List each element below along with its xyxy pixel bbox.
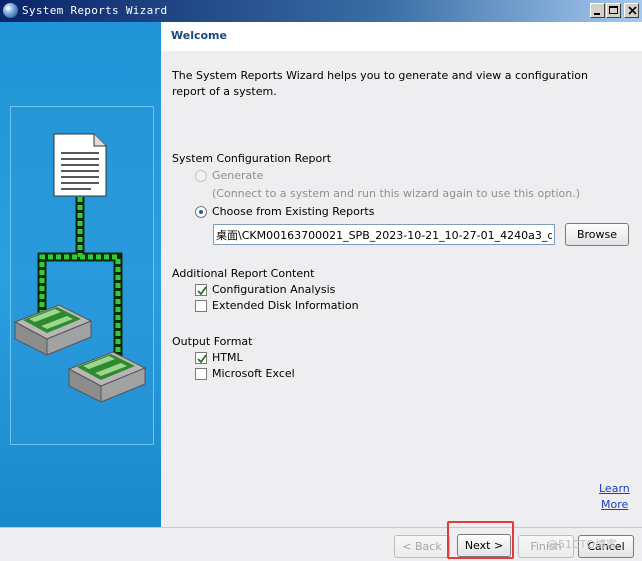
generate-hint: (Connect to a system and run this wizard…: [212, 187, 581, 200]
choose-existing-radio[interactable]: Choose from Existing Reports: [195, 205, 374, 218]
excel-checkbox[interactable]: Microsoft Excel: [195, 367, 295, 380]
storage-array-icon: [67, 351, 147, 403]
wizard-content: The System Reports Wizard helps you to g…: [161, 51, 642, 527]
storage-illustration: [13, 133, 147, 403]
more-link[interactable]: More: [601, 498, 628, 511]
generate-radio-label: Generate: [212, 169, 264, 182]
choose-existing-radio-label: Choose from Existing Reports: [212, 205, 375, 218]
checkbox-box: [195, 299, 207, 312]
checkbox-box: [195, 351, 207, 364]
window-title: System Reports Wizard: [22, 4, 168, 17]
additional-section-label: Additional Report Content: [172, 267, 315, 280]
generate-radio[interactable]: Generate: [195, 169, 263, 182]
report-file-path-input[interactable]: [213, 224, 555, 245]
sidebar-illustration-panel: [10, 106, 154, 445]
output-section-label: Output Format: [172, 335, 253, 348]
back-button[interactable]: < Back: [394, 535, 450, 558]
wizard-header: Welcome: [161, 22, 642, 52]
extended-disk-info-checkbox[interactable]: Extended Disk Information: [195, 299, 359, 312]
check-icon: [197, 353, 207, 363]
document-icon: [53, 133, 107, 197]
choose-existing-radio-circle: [195, 205, 207, 218]
radio-selected-dot: [199, 209, 203, 214]
wizard-globe-icon: [3, 3, 18, 18]
check-icon: [197, 285, 207, 295]
minimize-icon: [594, 13, 600, 15]
minimize-button[interactable]: [590, 3, 605, 18]
checkbox-label: Microsoft Excel: [212, 367, 295, 380]
next-button[interactable]: Next >: [457, 534, 511, 557]
wizard-footer: < Back Next > Finish Cancel: [0, 527, 642, 561]
html-checkbox[interactable]: HTML: [195, 351, 243, 364]
finish-button[interactable]: Finish: [518, 535, 574, 558]
configuration-analysis-checkbox[interactable]: Configuration Analysis: [195, 283, 335, 296]
intro-text: The System Reports Wizard helps you to g…: [172, 69, 588, 98]
cancel-button[interactable]: Cancel: [578, 535, 634, 558]
config-section-label: System Configuration Report: [172, 152, 332, 165]
checkbox-box: [195, 283, 207, 296]
close-button[interactable]: [624, 3, 639, 18]
page-title: Welcome: [171, 29, 227, 42]
checkbox-label: Extended Disk Information: [212, 299, 359, 312]
generate-radio-circle: [195, 169, 207, 182]
title-bar: System Reports Wizard: [0, 0, 642, 22]
wizard-sidebar: [0, 22, 161, 527]
checkbox-box: [195, 367, 207, 380]
maximize-icon: [609, 6, 618, 14]
browse-button[interactable]: Browse: [565, 223, 629, 246]
learn-link[interactable]: Learn: [599, 482, 630, 495]
storage-array-icon: [13, 304, 93, 356]
checkbox-label: HTML: [212, 351, 243, 364]
checkbox-label: Configuration Analysis: [212, 283, 336, 296]
maximize-button[interactable]: [606, 3, 621, 18]
close-icon: [628, 6, 637, 15]
